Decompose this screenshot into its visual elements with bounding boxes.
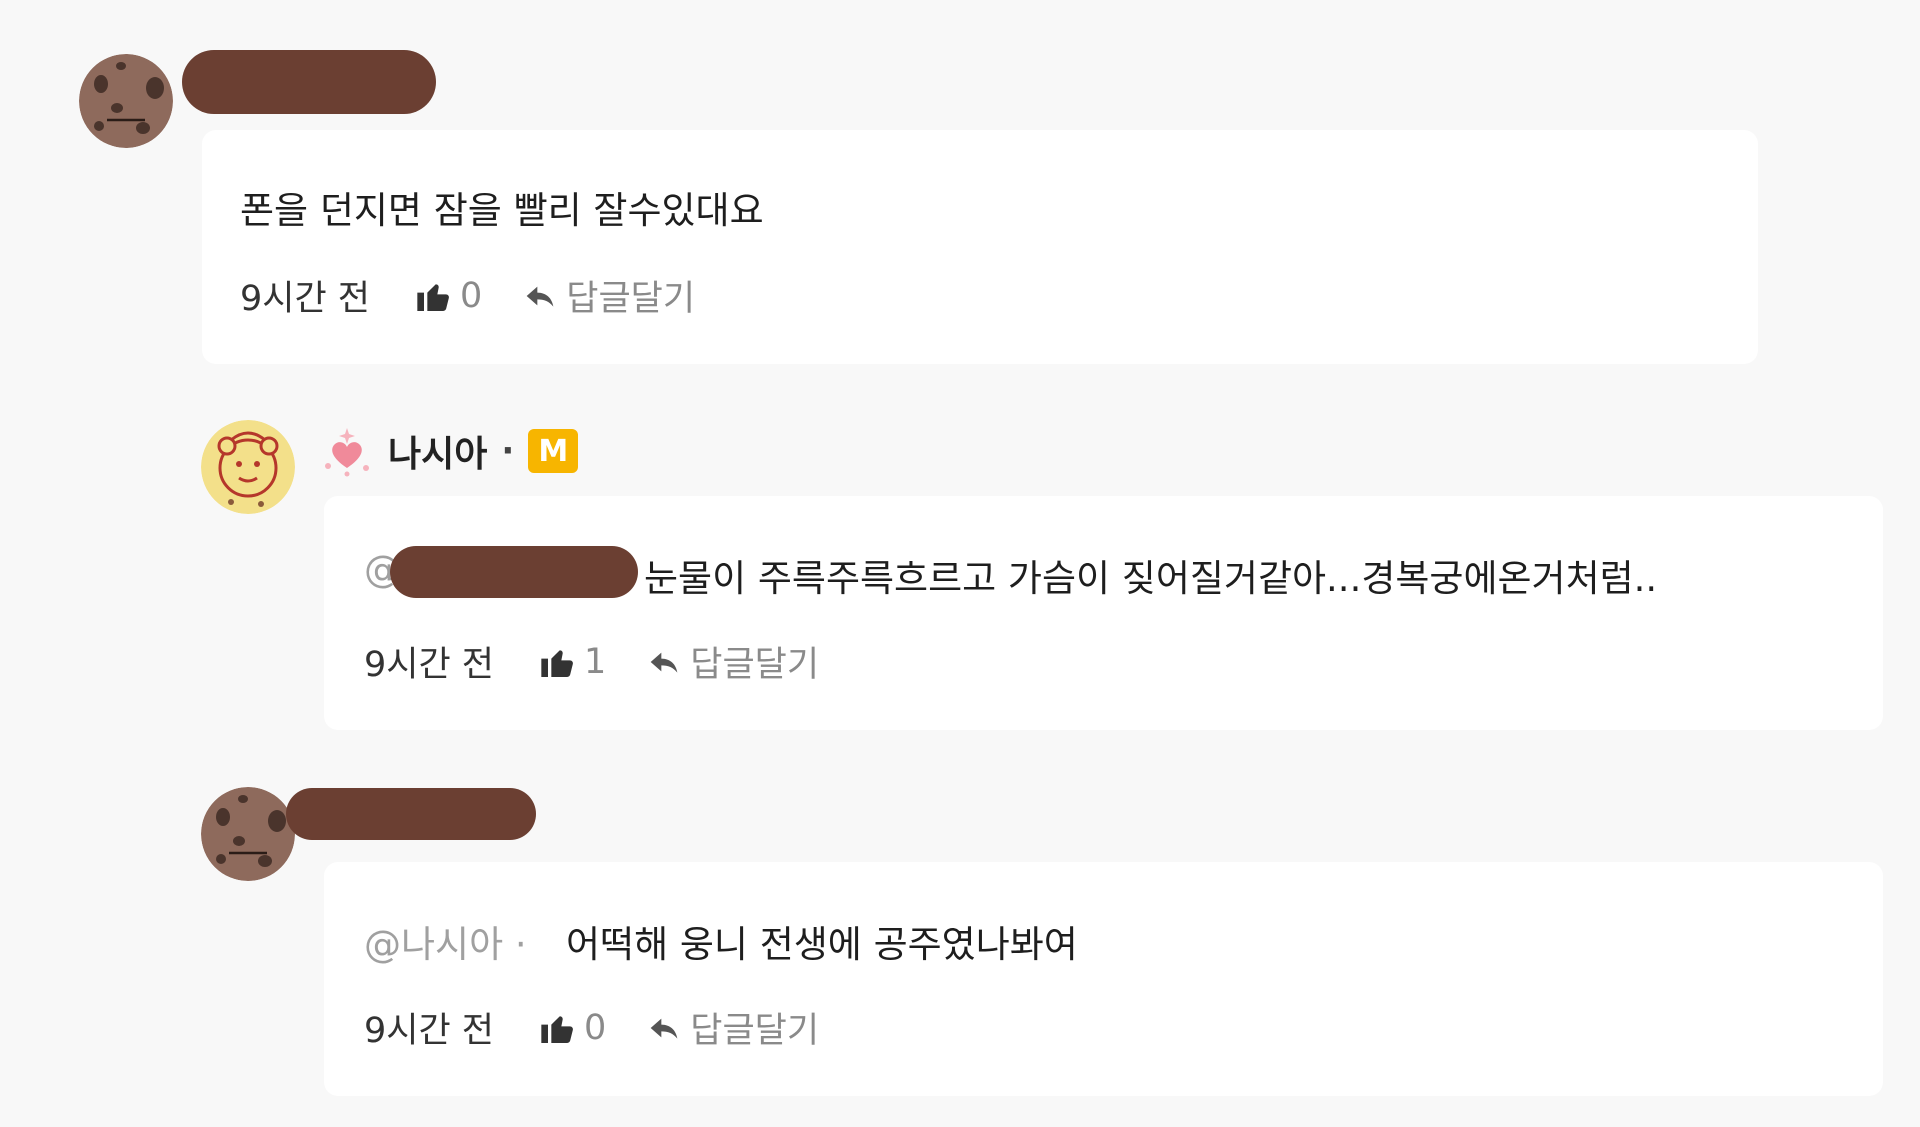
comment-meta: 9시간 전 0 답글달기 (364, 1002, 819, 1053)
comment-author-row: 나시아 · M (320, 421, 579, 481)
author-name[interactable]: 나시아 (388, 425, 487, 477)
sparkle-heart-icon (325, 428, 369, 477)
reply-arrow-icon (526, 286, 554, 307)
comment-card: 폰을 던지면 잠을 빨리 잘수있대요 9시간 전 0 답글달기 (202, 130, 1758, 364)
like-button[interactable]: 0 (414, 276, 482, 316)
redacted-username (182, 50, 436, 114)
reply-arrow-icon (650, 1018, 678, 1039)
reply-arrow-icon (650, 652, 678, 673)
comment-text: 눈물이 주륵주륵흐르고 가슴이 짖어질거같아...경복궁에온거처럼.. (644, 557, 1658, 600)
comment-time: 9시간 전 (364, 645, 494, 685)
reply-button[interactable]: 답글달기 (648, 636, 819, 687)
comment-text: 폰을 던지면 잠을 빨리 잘수있대요 (240, 189, 764, 232)
reply-label: 답글달기 (690, 1011, 820, 1051)
thumbs-up-icon (417, 283, 449, 311)
mention-tag[interactable]: @나시아 · (364, 923, 527, 966)
reply-button[interactable]: 답글달기 (648, 1002, 819, 1053)
reply-label: 답글달기 (566, 279, 696, 319)
comment-meta: 9시간 전 0 답글달기 (240, 270, 695, 321)
like-button[interactable]: 0 (538, 1008, 606, 1048)
avatar[interactable] (201, 420, 295, 514)
comment-time: 9시간 전 (240, 279, 370, 319)
membership-badge: M (528, 429, 579, 473)
redacted-username (286, 788, 536, 840)
comment-time: 9시간 전 (364, 1011, 494, 1051)
reply-button[interactable]: 답글달기 (524, 270, 695, 321)
author-separator: · (501, 431, 515, 471)
comment-card: @ 눈물이 주륵주륵흐르고 가슴이 짖어질거같아...경복궁에온거처럼.. 9시… (324, 496, 1883, 730)
like-count: 1 (584, 641, 607, 682)
comment-thread: 폰을 던지면 잠을 빨리 잘수있대요 9시간 전 0 답글달기 나시아 · M … (0, 0, 1920, 1127)
avatar[interactable] (201, 787, 295, 881)
reply-label: 답글달기 (690, 645, 820, 685)
comment-card: @나시아 · 어떡해 웅니 전생에 공주였나봐여 9시간 전 0 답글달기 (324, 862, 1883, 1096)
thumbs-up-icon (541, 1015, 573, 1043)
bear-avatar-icon (201, 420, 295, 514)
thumbs-up-icon (541, 649, 573, 677)
redacted-mention (390, 546, 638, 598)
like-button[interactable]: 1 (538, 642, 606, 682)
comment-text-line: @나시아 · (364, 914, 527, 968)
like-count: 0 (584, 1007, 607, 1048)
cookie-avatar-icon (79, 54, 173, 148)
cookie-avatar-icon (201, 787, 295, 881)
avatar[interactable] (79, 54, 173, 148)
comment-meta: 9시간 전 1 답글달기 (364, 636, 819, 687)
comment-text: 어떡해 웅니 전생에 공주였나봐여 (566, 923, 1078, 966)
like-count: 0 (460, 275, 483, 316)
